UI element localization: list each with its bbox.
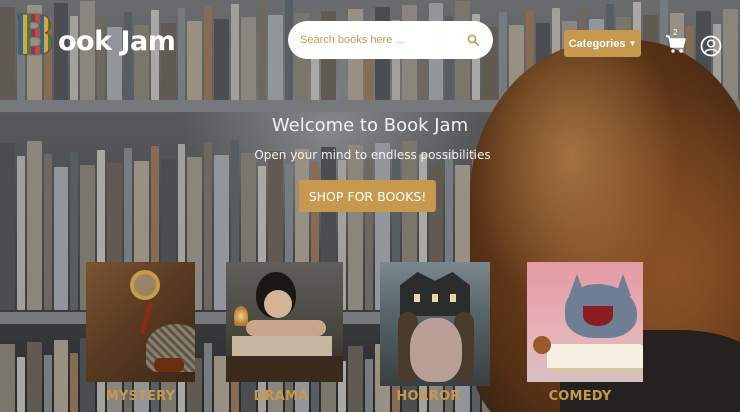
hero-subtitle: Open your mind to endless possibilities: [254, 148, 491, 162]
logo-letter: B: [14, 9, 60, 63]
shop-for-books-button[interactable]: SHOP FOR BOOKS!: [299, 180, 436, 212]
category-label: COMEDY: [548, 389, 612, 404]
categories-label: Categories: [568, 37, 626, 50]
categories-dropdown-button[interactable]: Categories ▼: [564, 30, 641, 57]
caret-down-icon: ▼: [628, 39, 637, 48]
category-label: MYSTERY: [105, 389, 176, 404]
drama-cover-image: [226, 262, 343, 382]
hero-title: Welcome to Book Jam: [271, 115, 469, 136]
category-label: DRAMA: [253, 389, 309, 404]
category-label: HORROR: [396, 389, 461, 404]
search-bar: [288, 21, 493, 59]
brand-logo[interactable]: B ook Jam: [14, 8, 176, 64]
logo-text: ook Jam: [58, 25, 176, 57]
search-icon[interactable]: [467, 34, 479, 46]
cart-icon[interactable]: [664, 32, 688, 56]
comedy-cover-image: [527, 262, 643, 382]
horror-cover-image: [380, 262, 490, 386]
search-input[interactable]: [300, 34, 467, 46]
mystery-cover-image: [86, 262, 195, 382]
user-circle-icon[interactable]: [700, 35, 722, 57]
